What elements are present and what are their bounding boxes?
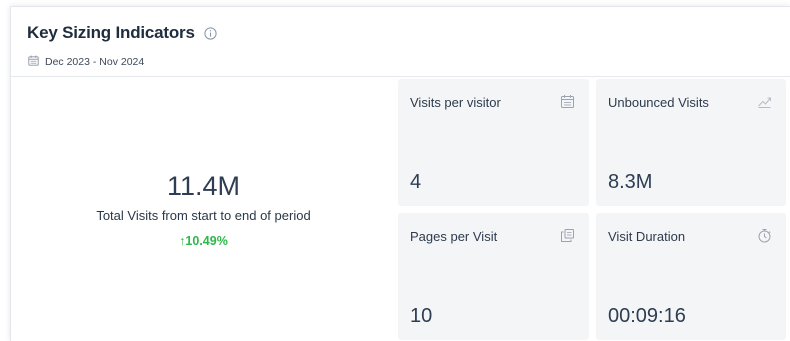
- pages-icon: [560, 228, 575, 243]
- tile-label: Visit Duration: [608, 229, 686, 244]
- tile-label: Pages per Visit: [410, 229, 498, 244]
- date-range: Dec 2023 - Nov 2024: [28, 53, 144, 71]
- total-visits-panel: 11.4M Total Visits from start to end of …: [11, 77, 396, 341]
- info-icon[interactable]: [204, 26, 217, 40]
- change-indicator: ↑10.49%: [179, 234, 228, 248]
- stopwatch-icon: [757, 228, 772, 243]
- tile-value: 4: [410, 171, 422, 193]
- card-title: Key Sizing Indicators: [27, 23, 195, 42]
- total-visits-label: Total Visits from start to end of period: [96, 208, 311, 223]
- card-header: Key Sizing Indicators Dec 2023 - Nov 202…: [11, 7, 790, 77]
- title-row: Key Sizing Indicators: [27, 23, 217, 43]
- tile-visits-per-visitor: Visits per visitor 4: [398, 79, 589, 206]
- tile-value: 00:09:16: [608, 305, 686, 327]
- tile-unbounced-visits: Unbounced Visits 8.3M: [596, 79, 786, 206]
- tile-label: Visits per visitor: [410, 95, 501, 110]
- date-range-text: Dec 2023 - Nov 2024: [45, 56, 145, 68]
- tile-value: 8.3M: [608, 171, 653, 193]
- key-sizing-indicators-card: Key Sizing Indicators Dec 2023 - Nov 202…: [10, 6, 790, 341]
- calendar-icon: [28, 53, 39, 71]
- trend-icon: [757, 94, 772, 109]
- total-visits-value: 11.4M: [166, 171, 241, 201]
- tile-label: Unbounced Visits: [608, 95, 709, 110]
- tile-visit-duration: Visit Duration 00:09:16: [596, 213, 786, 340]
- tile-pages-per-visit: Pages per Visit 10: [398, 213, 589, 340]
- calendar-icon: [560, 94, 575, 109]
- tile-value: 10: [410, 305, 433, 327]
